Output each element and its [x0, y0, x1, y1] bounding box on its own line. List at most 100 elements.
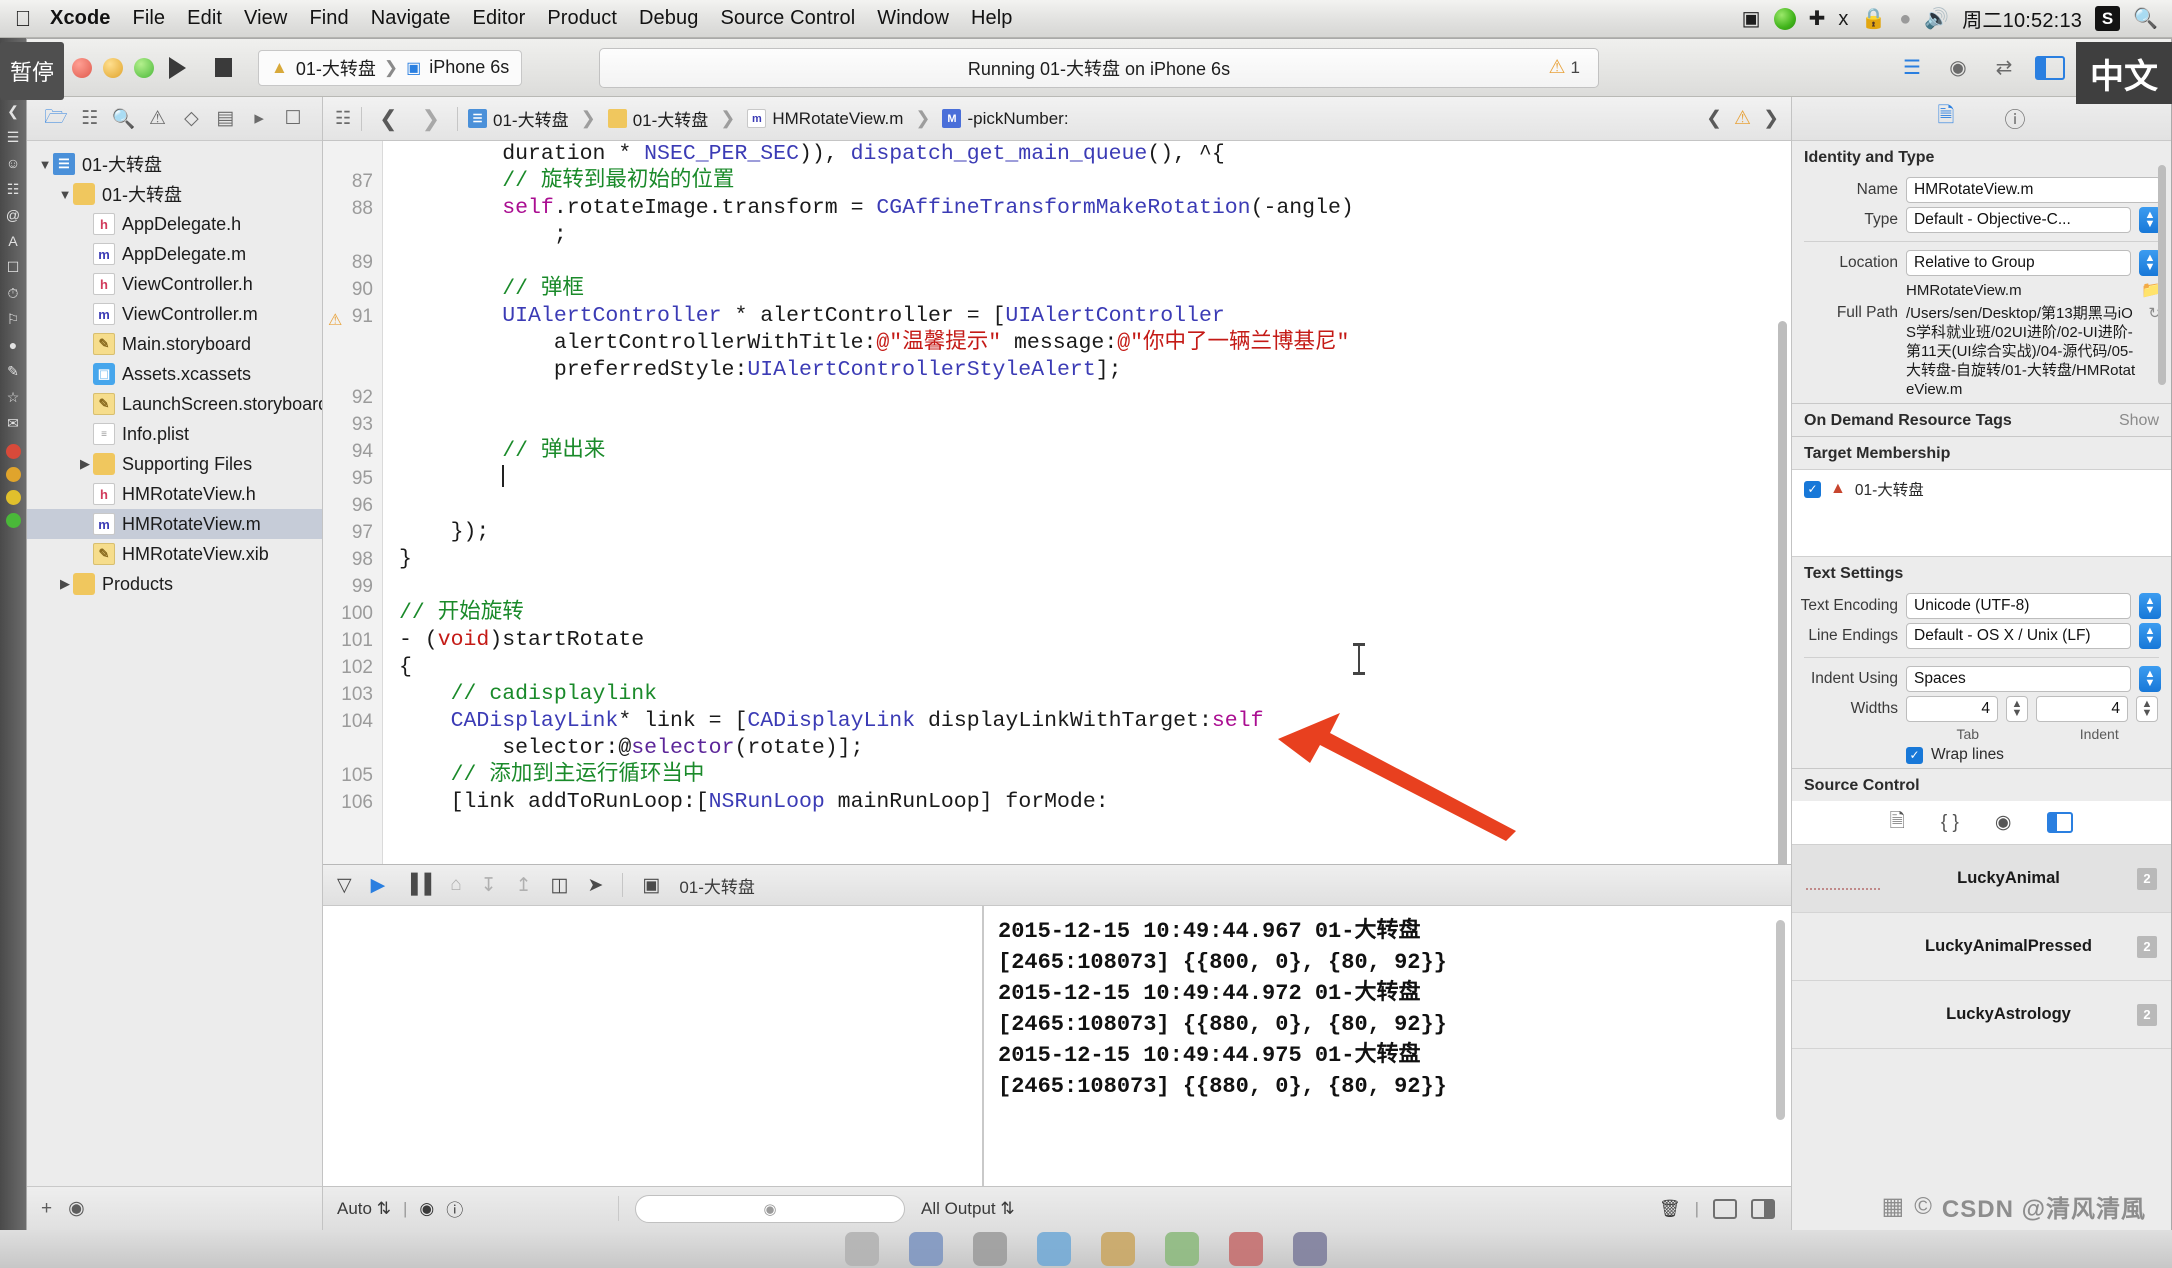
dock-icon-pin[interactable]: ●: [0, 332, 26, 358]
file-inspector-icon[interactable]: 🗎: [1938, 101, 1955, 136]
code-line[interactable]: 89: [323, 249, 1791, 276]
menu-item-window[interactable]: Window: [866, 7, 960, 30]
code-line[interactable]: 103 // cadisplaylink: [323, 681, 1791, 708]
bluetooth-icon[interactable]: x: [1838, 9, 1848, 29]
navigator-item[interactable]: ▣ Assets.xcassets: [27, 359, 322, 389]
target-row[interactable]: ✓ ▲ 01-大转盘: [1804, 478, 2159, 500]
console-output[interactable]: 2015-12-15 10:49:44.967 01-大转盘 [2465:1080…: [983, 906, 1791, 1186]
dock-icon-box[interactable]: ☐: [0, 254, 26, 280]
disclosure-triangle-icon[interactable]: ▼: [37, 157, 53, 172]
media-library-icon[interactable]: [2047, 812, 2074, 833]
menu-item-help[interactable]: Help: [960, 7, 1024, 30]
dock-icon-chevron[interactable]: ❮: [0, 98, 26, 124]
editor-scrollbar[interactable]: [1778, 321, 1787, 864]
menu-item-product[interactable]: Product: [536, 7, 628, 30]
navigator-item[interactable]: m HMRotateView.m: [27, 509, 322, 539]
filter-icon[interactable]: ◉: [68, 1197, 85, 1220]
dock-icon-at[interactable]: @: [0, 202, 26, 228]
code-line[interactable]: alertControllerWithTitle:@"温馨提示" message…: [323, 330, 1791, 357]
all-output-popup[interactable]: All Output ⇅: [921, 1199, 1015, 1219]
status-warning[interactable]: ⚠ 1: [1548, 56, 1580, 79]
airplay-icon[interactable]: ✚: [1809, 9, 1826, 29]
variables-filter-input[interactable]: ◉: [635, 1194, 905, 1223]
dock-app-7[interactable]: [1229, 1232, 1263, 1266]
media-library-item[interactable]: LuckyAstrology 2: [1792, 981, 2171, 1049]
quick-help-icon[interactable]: ⓘ: [2004, 104, 2025, 134]
code-line[interactable]: 92: [323, 384, 1791, 411]
forward-chevron-icon[interactable]: ❯: [415, 106, 447, 132]
media-library-list[interactable]: LuckyAnimal 2 LuckyAnimalPressed 2 LuckyAstr…: [1792, 845, 2171, 1049]
eye-icon[interactable]: ◉: [419, 1199, 434, 1219]
stop-button[interactable]: [200, 51, 246, 85]
dock-app-4[interactable]: [1037, 1232, 1071, 1266]
related-items-icon[interactable]: ☷: [335, 108, 351, 129]
navigator-item[interactable]: ▶ Supporting Files: [27, 449, 322, 479]
dock-app-8[interactable]: [1293, 1232, 1327, 1266]
text-encoding-popup[interactable]: Unicode (UTF-8): [1906, 593, 2131, 619]
indent-width-stepper-icon[interactable]: ▲ ▼: [2136, 696, 2158, 722]
code-line[interactable]: 102 {: [323, 654, 1791, 681]
indent-using-popup[interactable]: Spaces: [1906, 666, 2131, 692]
code-line[interactable]: 98}: [323, 546, 1791, 573]
code-line[interactable]: duration * NSEC_PER_SEC)), dispatch_get_…: [323, 141, 1791, 168]
navigator-tab-debug[interactable]: ▤: [210, 106, 240, 132]
navigator-item[interactable]: h HMRotateView.h: [27, 479, 322, 509]
disclosure-triangle-icon[interactable]: ▶: [57, 576, 73, 592]
trash-icon[interactable]: 🗑: [1659, 1199, 1681, 1219]
menu-item-debug[interactable]: Debug: [628, 7, 709, 30]
file-template-library-icon[interactable]: 🗎: [1890, 807, 1905, 839]
navigator-item[interactable]: ✎ Main.storyboard: [27, 329, 322, 359]
warning-icon[interactable]: ⚠: [1734, 107, 1751, 130]
navigator-tab-test[interactable]: ◇: [176, 106, 206, 132]
dock-dot-green[interactable]: [5, 513, 21, 528]
breadcrumb-project[interactable]: ☰ 01-大转盘: [468, 106, 569, 131]
wrap-lines-control[interactable]: ✓ Wrap lines: [1906, 746, 2161, 764]
code-line[interactable]: 97 });: [323, 519, 1791, 546]
next-issue-icon[interactable]: ❯: [1763, 107, 1779, 130]
navigator-item[interactable]: ✎ LaunchScreen.storyboard: [27, 389, 322, 419]
text-encoding-stepper-icon[interactable]: ▲ ▼: [2139, 593, 2161, 619]
menu-item-edit[interactable]: Edit: [176, 7, 233, 30]
code-line[interactable]: 95: [323, 465, 1791, 492]
info-icon[interactable]: ⓘ: [446, 1196, 463, 1221]
disclosure-triangle-icon[interactable]: ▶: [77, 456, 93, 472]
menu-item-xcode[interactable]: Xcode: [36, 7, 122, 30]
variables-view[interactable]: [323, 906, 983, 1186]
dock-dot-red[interactable]: [5, 444, 21, 459]
breadcrumb-method[interactable]: M -pickNumber:: [942, 109, 1069, 129]
breadcrumb-group[interactable]: 01-大转盘: [607, 106, 708, 131]
navigator-tab-search[interactable]: 🔍: [109, 106, 139, 132]
dock-icon-person[interactable]: ☺: [0, 150, 26, 176]
split-console-icon[interactable]: [1713, 1198, 1737, 1219]
minimize-button[interactable]: [103, 57, 123, 78]
menu-item-navigate[interactable]: Navigate: [360, 7, 462, 30]
dock-app-6[interactable]: [1165, 1232, 1199, 1266]
step-over-icon[interactable]: ▐▐: [404, 874, 431, 896]
play-circle-icon[interactable]: [1773, 7, 1796, 30]
dock-icon-tag[interactable]: ⚐: [0, 306, 26, 332]
code-line[interactable]: 106 [link addToRunLoop:[NSRunLoop mainRu…: [323, 789, 1791, 816]
version-editor-icon[interactable]: ⇄: [1989, 55, 2019, 81]
dock-app-3[interactable]: [973, 1232, 1007, 1266]
code-snippet-library-icon[interactable]: { }: [1941, 812, 1959, 834]
dock-app-1[interactable]: [845, 1232, 879, 1266]
step-up-icon[interactable]: ↥: [516, 874, 532, 897]
close-button[interactable]: [72, 57, 92, 78]
hide-debug-icon[interactable]: ▽: [337, 874, 352, 897]
dock-icon-doc[interactable]: ☰: [0, 124, 26, 150]
line-endings-stepper-icon[interactable]: ▲ ▼: [2139, 623, 2161, 649]
back-chevron-icon[interactable]: ❮: [372, 106, 404, 132]
code-line[interactable]: 87 // 旋转到最初始的位置: [323, 168, 1791, 195]
navigator-tab-source-control[interactable]: ☷: [75, 106, 105, 132]
location-icon[interactable]: ●: [1899, 9, 1911, 29]
source-code[interactable]: duration * NSEC_PER_SEC)), dispatch_get_…: [323, 141, 1791, 864]
navigator-tab-breakpoints[interactable]: ▸: [244, 106, 274, 132]
menu-item-find[interactable]: Find: [298, 7, 359, 30]
code-line[interactable]: 93: [323, 411, 1791, 438]
tab-width-stepper-icon[interactable]: ▲ ▼: [2006, 696, 2028, 722]
disclosure-triangle-icon[interactable]: ▼: [57, 187, 73, 202]
line-endings-popup[interactable]: Default - OS X / Unix (LF): [1906, 623, 2131, 649]
navigator-item[interactable]: ▼ 01-大转盘: [27, 179, 322, 209]
dock-icon-clock[interactable]: ⏱: [0, 280, 26, 306]
project-navigator-list[interactable]: ▼ ☰ 01-大转盘 ▼ 01-大转盘 h AppDelegate.h m AppDelegat…: [27, 141, 322, 1186]
